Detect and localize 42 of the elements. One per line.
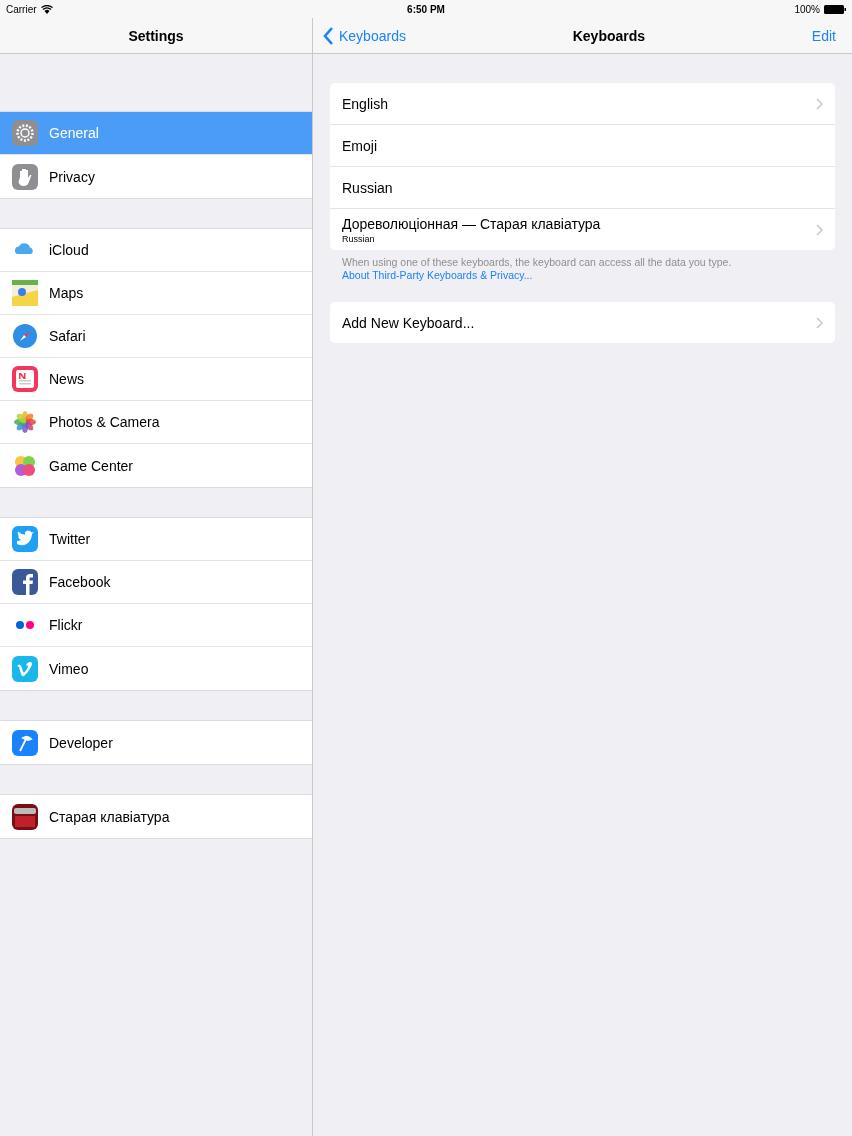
battery-percent: 100%: [794, 3, 820, 15]
keyboard-item[interactable]: Дореволюцiонная — Старая клавiатура Russian: [330, 209, 835, 250]
carrier-label: Carrier: [6, 3, 37, 15]
gear-icon: [12, 120, 38, 146]
settings-item[interactable]: Maps: [0, 272, 312, 315]
settings-item[interactable]: Developer: [0, 721, 312, 764]
page-title: Keyboards: [572, 27, 646, 44]
vimeo-icon: [12, 655, 38, 682]
photos-icon: [12, 409, 38, 435]
hand-icon: [12, 163, 38, 190]
keyboard-item[interactable]: English: [330, 83, 835, 125]
fb-icon: [12, 569, 38, 595]
settings-item[interactable]: Photos & Camera: [0, 401, 312, 444]
back-button[interactable]: Keyboards: [323, 26, 406, 45]
wifi-icon: [40, 4, 53, 14]
keyboard-language: Russian: [342, 233, 376, 244]
settings-item[interactable]: Game Center: [0, 444, 312, 487]
twitter-icon: [12, 526, 38, 552]
battery-icon: [824, 4, 846, 14]
keyboard-name: Russian: [342, 179, 393, 196]
sidebar-title: Settings: [128, 27, 184, 44]
settings-item[interactable]: Safari: [0, 315, 312, 358]
settings-item[interactable]: Старая клавіатура: [0, 795, 312, 838]
settings-item[interactable]: News: [0, 358, 312, 401]
safari-icon: [12, 323, 38, 349]
keyboard-item[interactable]: Russian: [330, 167, 835, 209]
settings-item[interactable]: Flickr: [0, 604, 312, 647]
keyboard-name: Дореволюцiонная — Старая клавiатура: [342, 215, 601, 232]
keyboard-item[interactable]: Emoji: [330, 125, 835, 167]
add-keyboard-button[interactable]: Add New Keyboard...: [330, 302, 835, 343]
settings-item[interactable]: iCloud: [0, 229, 312, 272]
settings-item[interactable]: Twitter: [0, 518, 312, 561]
back-chevron-icon: [323, 26, 334, 45]
privacy-note: When using one of these keyboards, the keyboard can access all the data you type. About Third-Party Keyboards & Privacy...: [342, 256, 733, 282]
settings-item[interactable]: Vimeo: [0, 647, 312, 690]
settings-item[interactable]: Privacy: [0, 155, 312, 198]
clock-time: 6:50 PM: [407, 3, 445, 15]
maps-icon: [12, 280, 38, 306]
news-icon: [12, 366, 38, 392]
keyboard-name: English: [342, 95, 388, 112]
keyboard-name: Emoji: [342, 137, 377, 154]
settings-item[interactable]: Facebook: [0, 561, 312, 604]
